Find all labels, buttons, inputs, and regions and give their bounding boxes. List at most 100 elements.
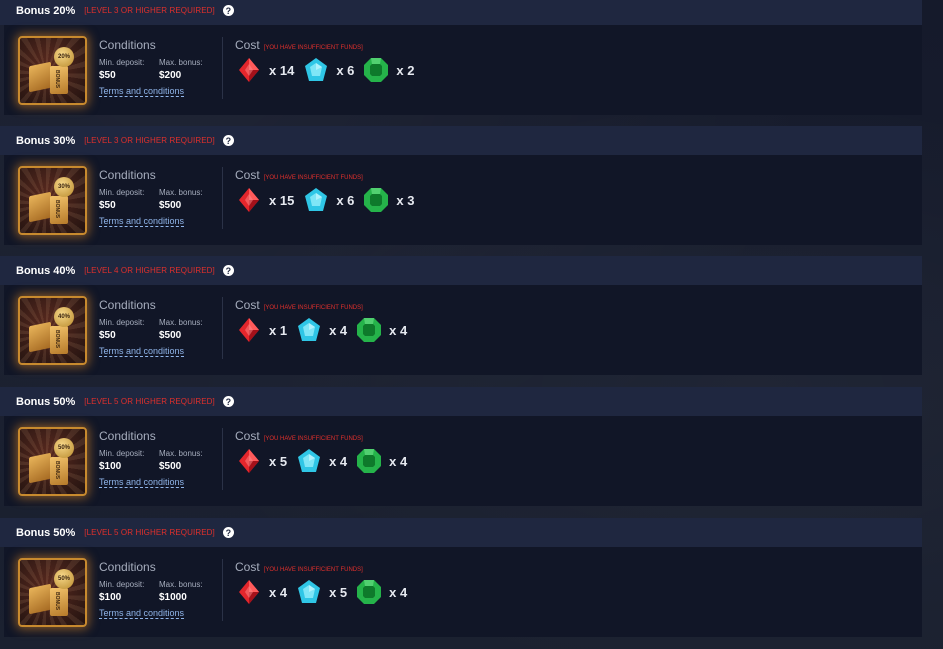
level-requirement: [LEVEL 4 OR HIGHER REQUIRED]	[84, 266, 215, 275]
cost-title: Cost	[235, 168, 260, 182]
min-deposit-value: $100	[99, 461, 122, 472]
terms-and-conditions-link[interactable]: Terms and conditions	[99, 216, 185, 227]
help-icon[interactable]: ?	[222, 527, 234, 538]
ruby-count: x 1	[269, 322, 288, 338]
sapphire-gem-icon	[298, 449, 321, 472]
help-icon[interactable]: ?	[222, 265, 234, 276]
emerald-count: x 4	[389, 584, 408, 600]
max-bonus-label: Max. bonus:	[159, 580, 203, 589]
conditions-title: Conditions	[99, 298, 156, 312]
conditions-block: Conditions Min. deposit: $50 Max. bonus:…	[99, 38, 219, 99]
max-bonus-value: $500	[159, 200, 182, 211]
offer-title: Bonus 20%	[16, 4, 76, 17]
terms-and-conditions-link[interactable]: Terms and conditions	[99, 477, 185, 488]
max-bonus-value: $500	[159, 461, 182, 472]
bonus-percent-coin: 20%	[54, 47, 74, 67]
conditions-title: Conditions	[99, 429, 156, 443]
emerald-gem-icon	[364, 58, 389, 82]
divider	[222, 297, 223, 359]
offer-header: Bonus 50% [LEVEL 5 OR HIGHER REQUIRED] ?	[0, 518, 922, 547]
ruby-gem-icon	[239, 318, 259, 342]
min-deposit-value: $50	[99, 200, 116, 211]
max-bonus-label: Max. bonus:	[159, 58, 203, 67]
min-deposit-value: $50	[99, 330, 116, 341]
emerald-cost: x 3	[362, 186, 414, 214]
emerald-count: x 3	[396, 192, 415, 208]
sapphire-count: x 4	[329, 453, 348, 469]
bonus-offer-card: Bonus 20% [LEVEL 3 OR HIGHER REQUIRED] ?…	[0, 0, 922, 115]
insufficient-funds-warning: [YOU HAVE INSUFFICIENT FUNDS]	[263, 567, 363, 573]
ruby-gem-icon	[239, 580, 259, 604]
min-deposit-label: Min. deposit:	[99, 318, 145, 327]
conditions-title: Conditions	[99, 38, 156, 52]
max-bonus-label: Max. bonus:	[159, 188, 203, 197]
insufficient-funds-warning: [YOU HAVE INSUFFICIENT FUNDS]	[263, 175, 363, 181]
bonus-percent-coin: 30%	[54, 177, 74, 197]
bonus-gift-image: BONUS 50%	[18, 558, 87, 627]
sapphire-gem-icon	[298, 318, 321, 341]
emerald-count: x 4	[389, 453, 408, 469]
cost-block: Cost [YOU HAVE INSUFFICIENT FUNDS] x 14 …	[235, 38, 422, 84]
emerald-gem-icon	[357, 580, 382, 604]
min-deposit-value: $100	[99, 592, 122, 603]
conditions-block: Conditions Min. deposit: $100 Max. bonus…	[99, 429, 219, 490]
ruby-count: x 4	[269, 584, 288, 600]
level-requirement: [LEVEL 3 OR HIGHER REQUIRED]	[84, 136, 215, 145]
offer-header: Bonus 20% [LEVEL 3 OR HIGHER REQUIRED] ?	[0, 0, 922, 25]
offer-body: BONUS 50% Conditions Min. deposit: $100 …	[4, 547, 922, 637]
ruby-count: x 14	[269, 62, 295, 78]
emerald-count: x 2	[396, 62, 415, 78]
ruby-gem-icon	[239, 58, 259, 82]
bonus-offer-card: Bonus 30% [LEVEL 3 OR HIGHER REQUIRED] ?…	[0, 126, 922, 245]
emerald-cost: x 4	[355, 578, 407, 606]
bonus-offer-card: Bonus 40% [LEVEL 4 OR HIGHER REQUIRED] ?…	[0, 256, 922, 375]
insufficient-funds-warning: [YOU HAVE INSUFFICIENT FUNDS]	[263, 45, 363, 51]
cost-title: Cost	[235, 38, 260, 52]
help-icon[interactable]: ?	[222, 135, 234, 146]
bonus-gift-image: BONUS 50%	[18, 427, 87, 496]
ruby-cost: x 4	[235, 578, 287, 606]
emerald-gem-icon	[364, 188, 389, 212]
cost-title: Cost	[235, 560, 260, 574]
insufficient-funds-warning: [YOU HAVE INSUFFICIENT FUNDS]	[263, 305, 363, 311]
max-bonus-value: $500	[159, 330, 182, 341]
min-deposit-label: Min. deposit:	[99, 58, 145, 67]
offer-title: Bonus 30%	[16, 134, 76, 147]
help-icon[interactable]: ?	[222, 5, 234, 16]
ruby-count: x 15	[269, 192, 295, 208]
ruby-cost: x 15	[235, 186, 294, 214]
cost-block: Cost [YOU HAVE INSUFFICIENT FUNDS] x 5 x…	[235, 429, 415, 475]
conditions-block: Conditions Min. deposit: $100 Max. bonus…	[99, 560, 219, 621]
max-bonus-label: Max. bonus:	[159, 449, 203, 458]
level-requirement: [LEVEL 5 OR HIGHER REQUIRED]	[84, 397, 215, 406]
terms-and-conditions-link[interactable]: Terms and conditions	[99, 346, 185, 357]
offer-body: BONUS 20% Conditions Min. deposit: $50 M…	[4, 25, 922, 115]
offer-header: Bonus 50% [LEVEL 5 OR HIGHER REQUIRED] ?	[0, 387, 922, 416]
sapphire-count: x 6	[336, 62, 355, 78]
help-icon[interactable]: ?	[222, 396, 234, 407]
min-deposit-value: $50	[99, 70, 116, 81]
cost-title: Cost	[235, 298, 260, 312]
sapphire-gem-icon	[305, 188, 328, 211]
offer-title: Bonus 50%	[16, 526, 76, 539]
offer-title: Bonus 40%	[16, 264, 76, 277]
offer-header: Bonus 30% [LEVEL 3 OR HIGHER REQUIRED] ?	[0, 126, 922, 155]
level-requirement: [LEVEL 5 OR HIGHER REQUIRED]	[84, 528, 215, 537]
ruby-gem-icon	[239, 449, 259, 473]
sapphire-gem-icon	[298, 580, 321, 603]
sapphire-cost: x 5	[295, 578, 347, 606]
emerald-cost: x 2	[362, 56, 414, 84]
terms-and-conditions-link[interactable]: Terms and conditions	[99, 608, 185, 619]
sapphire-cost: x 4	[295, 447, 347, 475]
offer-body: BONUS 40% Conditions Min. deposit: $50 M…	[4, 285, 922, 375]
level-requirement: [LEVEL 3 OR HIGHER REQUIRED]	[84, 6, 215, 15]
cost-block: Cost [YOU HAVE INSUFFICIENT FUNDS] x 4 x…	[235, 560, 415, 606]
divider	[222, 428, 223, 490]
terms-and-conditions-link[interactable]: Terms and conditions	[99, 86, 185, 97]
ruby-count: x 5	[269, 453, 288, 469]
divider	[222, 37, 223, 99]
cost-title: Cost	[235, 429, 260, 443]
bonus-percent-coin: 40%	[54, 307, 74, 327]
sapphire-cost: x 6	[302, 186, 354, 214]
conditions-block: Conditions Min. deposit: $50 Max. bonus:…	[99, 168, 219, 229]
